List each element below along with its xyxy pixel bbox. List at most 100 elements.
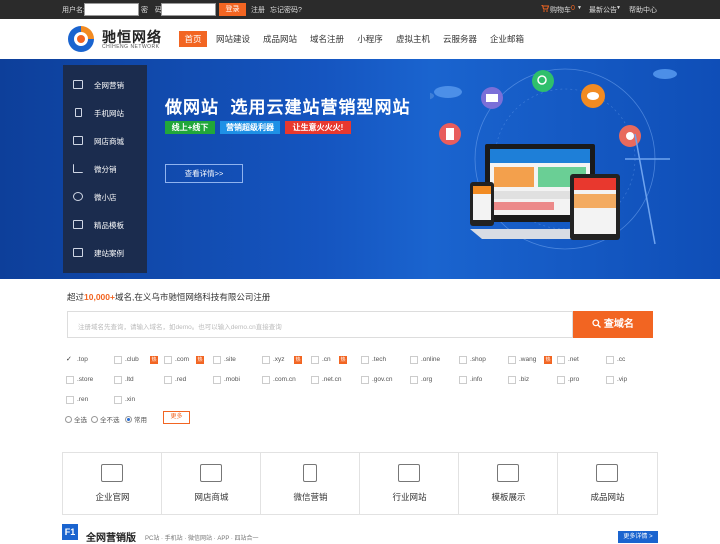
- checkbox-icon: [114, 356, 122, 364]
- help-link[interactable]: 帮助中心: [629, 5, 657, 15]
- checkbox-icon: [311, 356, 319, 364]
- domain-suffix-label: .ren: [77, 396, 89, 403]
- nav-item-cloud-server[interactable]: 云服务器: [441, 31, 479, 47]
- domain-suffix-label: .pro: [568, 376, 580, 383]
- side-menu: 全网营销 手机网站 网店商城 微分销 微小店 精品模板 建站案例: [63, 65, 147, 273]
- side-item-templates[interactable]: 精品模板: [63, 211, 147, 239]
- cart-count: 0: [571, 5, 575, 12]
- section-more-button[interactable]: 更多详情 >: [618, 531, 658, 543]
- cart-icon[interactable]: [541, 4, 550, 14]
- domain-suffix-label: .xyz: [273, 356, 285, 363]
- checkbox-icon: [262, 376, 270, 384]
- hot-badge: 热: [294, 356, 302, 364]
- side-item-shop[interactable]: 网店商城: [63, 127, 147, 155]
- screen-icon: [73, 248, 83, 257]
- view-details-button[interactable]: 查看详情>>: [165, 164, 243, 183]
- news-link[interactable]: 最新公告: [589, 5, 617, 15]
- checkbox-icon: [361, 376, 369, 384]
- nav-item-website[interactable]: 网站建设: [214, 31, 252, 47]
- nav-item-home[interactable]: 首页: [179, 31, 207, 47]
- domain-suffix-label: .net: [568, 356, 579, 363]
- domain-suffix-label: .online: [421, 356, 441, 363]
- checkbox-icon: [213, 376, 221, 384]
- select-none-radio[interactable]: 全不选: [91, 414, 120, 424]
- phone-icon: [75, 108, 82, 117]
- domain-suffix-label: .top: [77, 356, 88, 363]
- side-item-distribution[interactable]: 微分销: [63, 155, 147, 183]
- checkbox-icon: [213, 356, 221, 364]
- section-title: 全网营销版: [86, 533, 136, 544]
- hot-badge: 热: [150, 356, 158, 364]
- side-item-marketing[interactable]: 全网营销: [63, 71, 147, 99]
- domain-suffix-label: .tech: [372, 356, 387, 363]
- monitor-icon: [398, 464, 420, 482]
- browser-icon: [101, 464, 123, 482]
- register-link[interactable]: 注册: [251, 5, 265, 15]
- side-item-mobile[interactable]: 手机网站: [63, 99, 147, 127]
- domain-suffix-label: .net.cn: [322, 376, 342, 383]
- nav-item-email[interactable]: 企业邮箱: [488, 31, 526, 47]
- radio-icon: [91, 416, 98, 423]
- username-input[interactable]: [84, 3, 139, 16]
- hot-badge: 热: [339, 356, 347, 364]
- domain-count: 10,000+: [84, 292, 115, 302]
- wechat-icon: [73, 192, 83, 201]
- side-item-cases[interactable]: 建站案例: [63, 239, 147, 267]
- banner-title: 做网站 选用云建站营销型网站: [165, 98, 411, 117]
- hero-banner: 全网营销 手机网站 网店商城 微分销 微小店 精品模板 建站案例 做网站 选用云…: [0, 59, 720, 279]
- chart-monitor-icon: [596, 464, 618, 482]
- domain-suffix-label: .club: [125, 356, 139, 363]
- login-button[interactable]: 登录: [219, 3, 246, 16]
- select-all-radio[interactable]: 全选: [65, 414, 87, 424]
- template-icon: [497, 464, 519, 482]
- checkbox-icon: [557, 376, 565, 384]
- domain-suffix-label: .org: [421, 376, 433, 383]
- checkbox-icon: [606, 356, 614, 364]
- domain-suffix-label: .ltd: [125, 376, 134, 383]
- chevron-down-icon: ▼: [577, 5, 582, 11]
- store-icon: [73, 136, 83, 145]
- domain-slogan: 超过10,000+域名,在义乌市驰恒网络科技有限公司注册: [67, 292, 271, 302]
- category-shop[interactable]: 网店商城: [162, 453, 261, 514]
- domain-suffix-label: .vip: [617, 376, 628, 383]
- username-label: 用户名:: [62, 7, 85, 14]
- checkbox-icon: [557, 356, 565, 364]
- category-ready-sites[interactable]: 成品网站: [558, 453, 657, 514]
- forgot-password-link[interactable]: 忘记密码?: [270, 5, 302, 15]
- domain-suffix-label: .wang: [519, 356, 537, 363]
- nav-item-domain[interactable]: 域名注册: [308, 31, 346, 47]
- category-bar: 企业官网 网店商城 微信营销 行业网站 模板展示 成品网站: [62, 452, 658, 515]
- category-industry[interactable]: 行业网站: [360, 453, 459, 514]
- store-icon: [200, 464, 222, 482]
- password-input[interactable]: [161, 3, 216, 16]
- cloud-icon: [430, 86, 462, 100]
- checkbox-icon: [459, 376, 467, 384]
- domain-search-button[interactable]: 查域名: [573, 311, 653, 338]
- logo-icon[interactable]: [66, 24, 96, 54]
- checkbox-icon: [164, 376, 172, 384]
- top-bar: 用户名: 密 码: 登录 注册 忘记密码? 购物车 0 ▼ 最新公告 ▼ 帮助中…: [0, 0, 720, 19]
- domain-suffix-label: .com: [175, 356, 190, 363]
- checkbox-icon: [606, 376, 614, 384]
- checkbox-icon: [114, 396, 122, 404]
- select-common-radio[interactable]: 常用: [125, 414, 147, 424]
- domain-suffix-label: .info: [470, 376, 483, 383]
- domain-search-input[interactable]: 注册域名先查询，请输入域名，如demo。也可以输入demo.cn直接查询: [67, 311, 573, 338]
- nav-item-mini-program[interactable]: 小程序: [355, 31, 385, 47]
- cart-link[interactable]: 购物车: [550, 5, 571, 15]
- more-domains-button[interactable]: 更多: [163, 411, 190, 424]
- checkbox-icon: [410, 356, 418, 364]
- nav-item-virtual-host[interactable]: 虚拟主机: [394, 31, 432, 47]
- category-templates[interactable]: 模板展示: [459, 453, 558, 514]
- hot-badge: 热: [544, 356, 552, 364]
- nav-item-ready-sites[interactable]: 成品网站: [261, 31, 299, 47]
- bar-chart-icon: [73, 164, 83, 173]
- domain-suffix-label: .shop: [470, 356, 486, 363]
- checkbox-icon: [114, 376, 122, 384]
- tag-business-booming: 让生意火火火!: [285, 121, 351, 134]
- category-wechat[interactable]: 微信营销: [261, 453, 360, 514]
- side-item-micro-shop[interactable]: 微小店: [63, 183, 147, 211]
- checkbox-icon: [459, 356, 467, 364]
- category-corporate[interactable]: 企业官网: [63, 453, 162, 514]
- domain-suffix-label: .store: [77, 376, 94, 383]
